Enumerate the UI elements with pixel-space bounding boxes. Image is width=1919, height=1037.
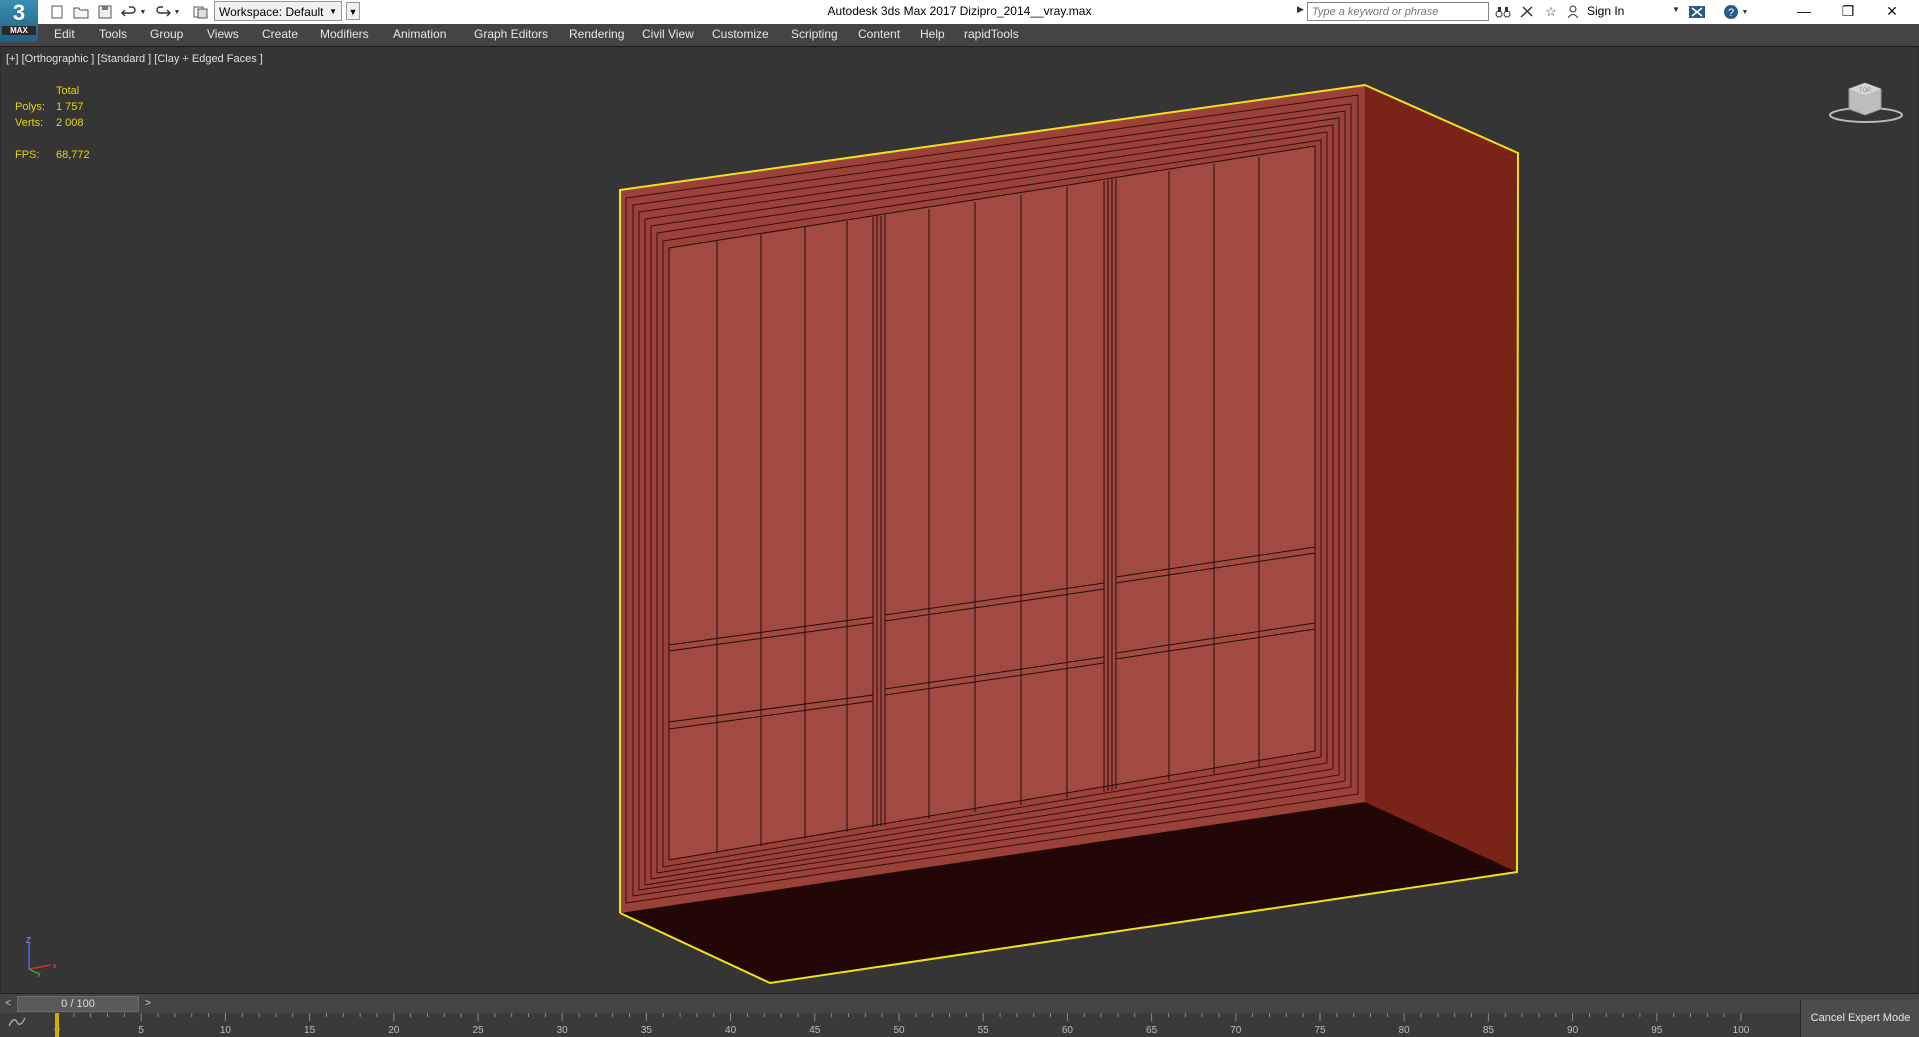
- minimize-icon[interactable]: —: [1782, 0, 1826, 24]
- menu-create[interactable]: Create: [262, 27, 298, 41]
- menu-bar: Edit Tools Group Views Create Modifiers …: [0, 24, 1919, 47]
- verts-value: 2 008: [56, 117, 84, 129]
- menu-graph-editors[interactable]: Graph Editors: [474, 27, 548, 41]
- axis-z-label: Z: [26, 937, 31, 945]
- app-menu-button[interactable]: 3 MAX: [0, 0, 38, 42]
- door-area: [668, 145, 1316, 861]
- menu-customize[interactable]: Customize: [712, 27, 769, 41]
- binoculars-icon[interactable]: [1494, 3, 1512, 21]
- track-tick-label: 60: [1062, 1025, 1074, 1036]
- time-slider[interactable]: < 0 / 100 >: [0, 993, 1919, 1014]
- customize-quick-access-icon[interactable]: ▼: [346, 2, 360, 20]
- viewcube-top-label: TOP: [1859, 88, 1871, 94]
- chevron-down-icon: ▼: [329, 7, 337, 16]
- workspace-dropdown[interactable]: Workspace: Default ▼: [214, 1, 342, 21]
- communication-center-icon[interactable]: [1518, 3, 1536, 21]
- next-frame-icon[interactable]: >: [141, 996, 155, 1012]
- wardrobe-side-face: [1365, 85, 1518, 872]
- menu-civil-view[interactable]: Civil View: [642, 27, 694, 41]
- track-tick-label: 75: [1314, 1025, 1326, 1036]
- verts-label: Verts:: [15, 117, 44, 129]
- orthographic-viewport[interactable]: [+] [Orthographic ] [Standard ] [Clay + …: [1, 47, 1918, 993]
- new-file-icon[interactable]: [48, 3, 66, 21]
- max-logo-icon: 3: [12, 0, 26, 25]
- search-expand-icon[interactable]: ▶: [1297, 4, 1304, 15]
- track-tick-label: 65: [1146, 1025, 1158, 1036]
- svg-text:?: ?: [1728, 7, 1734, 19]
- menu-edit[interactable]: Edit: [54, 27, 75, 41]
- track-bar[interactable]: 0510152025303540455055606570758085909510…: [0, 1013, 1800, 1037]
- cancel-expert-mode-button[interactable]: Cancel Expert Mode: [1800, 1000, 1919, 1037]
- fps-value: 68,772: [56, 149, 90, 161]
- save-icon[interactable]: [96, 3, 114, 21]
- sign-in-button[interactable]: Sign In: [1587, 4, 1624, 18]
- menu-help[interactable]: Help: [920, 27, 945, 41]
- track-tick-label: 25: [472, 1025, 484, 1036]
- restore-icon[interactable]: ❐: [1826, 0, 1870, 24]
- track-tick-label: 95: [1651, 1025, 1663, 1036]
- previous-frame-icon[interactable]: <: [1, 996, 15, 1012]
- track-tick-label: 55: [978, 1025, 990, 1036]
- menu-rendering[interactable]: Rendering: [569, 27, 624, 41]
- menu-views[interactable]: Views: [207, 27, 239, 41]
- user-icon: [1564, 3, 1582, 21]
- title-bar: 3 MAX ▼ ▼ Workspace: Default ▼ ▼ Autodes…: [0, 0, 1919, 42]
- menu-content[interactable]: Content: [858, 27, 900, 41]
- menu-animation[interactable]: Animation: [393, 27, 446, 41]
- autodesk-exchange-icon[interactable]: [1688, 3, 1706, 21]
- track-tick-label: 5: [138, 1025, 144, 1036]
- axis-tripod-icon: Z x y: [26, 937, 57, 977]
- track-tick-label: 10: [220, 1025, 232, 1036]
- track-tick-label: 40: [725, 1025, 737, 1036]
- axis-y-label: y: [37, 971, 41, 977]
- menu-scripting[interactable]: Scripting: [791, 27, 838, 41]
- track-tick-label: 45: [809, 1025, 821, 1036]
- search-input[interactable]: [1307, 2, 1489, 21]
- sign-in-dropdown-icon[interactable]: ▼: [1672, 5, 1680, 14]
- axis-x-label: x: [53, 963, 57, 970]
- track-tick-label: 50: [893, 1025, 905, 1036]
- time-slider-thumb[interactable]: 0 / 100: [17, 996, 139, 1012]
- undo-icon[interactable]: [120, 3, 138, 21]
- close-icon[interactable]: ✕: [1870, 0, 1914, 24]
- polys-label: Polys:: [15, 101, 45, 113]
- menu-group[interactable]: Group: [150, 27, 183, 41]
- track-ruler: 0510152025303540455055606570758085909510…: [50, 1013, 1750, 1037]
- project-folder-icon[interactable]: [192, 3, 210, 21]
- max-logo-text: MAX: [2, 26, 36, 35]
- track-tick-label: 35: [641, 1025, 653, 1036]
- star-icon[interactable]: ☆: [1542, 3, 1560, 21]
- track-tick-label: 30: [557, 1025, 569, 1036]
- help-icon[interactable]: ?: [1722, 3, 1740, 21]
- menu-rapidtools[interactable]: rapidTools: [964, 27, 1019, 41]
- redo-dropdown-icon[interactable]: ▼: [172, 3, 182, 21]
- workspace-label: Workspace: Default: [219, 5, 324, 19]
- track-tick-label: 100: [1733, 1025, 1750, 1036]
- track-tick-label: 20: [388, 1025, 400, 1036]
- current-frame-marker[interactable]: [55, 1013, 59, 1037]
- viewcube-icon[interactable]: TOP: [1827, 77, 1905, 125]
- open-file-icon[interactable]: [72, 3, 90, 21]
- track-tick-label: 15: [304, 1025, 316, 1036]
- polys-value: 1 757: [56, 101, 84, 113]
- track-tick-label: 90: [1567, 1025, 1579, 1036]
- menu-tools[interactable]: Tools: [99, 27, 127, 41]
- undo-dropdown-icon[interactable]: ▼: [138, 3, 148, 21]
- viewport-label-menu[interactable]: [+] [Orthographic ] [Standard ] [Clay + …: [6, 53, 263, 65]
- menu-modifiers[interactable]: Modifiers: [320, 27, 369, 41]
- track-tick-label: 85: [1483, 1025, 1495, 1036]
- help-dropdown-icon[interactable]: ▼: [1740, 3, 1750, 21]
- track-tick-label: 80: [1399, 1025, 1411, 1036]
- track-tick-label: 70: [1230, 1025, 1242, 1036]
- redo-icon[interactable]: [154, 3, 172, 21]
- scene-render: [619, 83, 1520, 985]
- stats-total-header: Total: [56, 85, 80, 97]
- fps-label: FPS:: [15, 149, 40, 161]
